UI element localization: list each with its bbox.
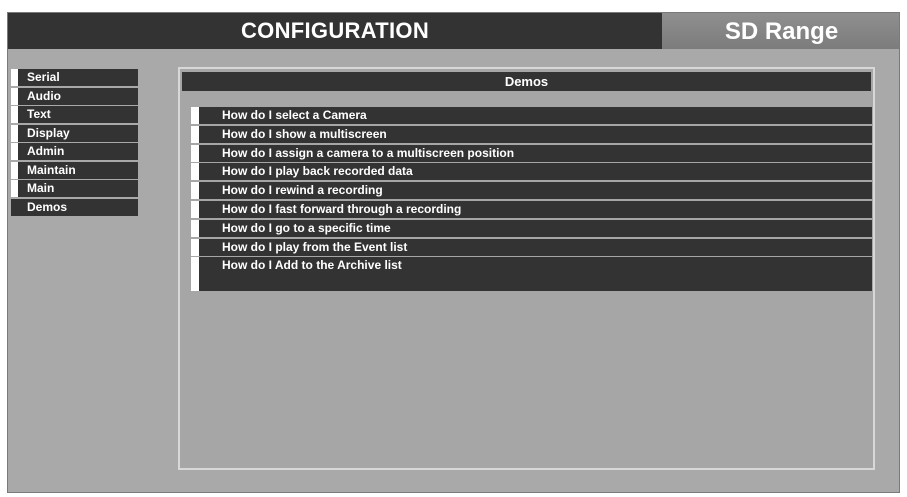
demo-item-label: How do I rewind a recording [222,183,383,198]
sidebar-item-display[interactable]: Display [11,124,138,142]
selection-marker [11,69,18,86]
sidebar-item-audio[interactable]: Audio [11,87,138,105]
sidebar-nav: Serial Audio Text Display Admin Maintain… [11,69,138,217]
item-marker [191,144,199,162]
sidebar-item-demos[interactable]: Demos [11,198,138,216]
selection-marker [11,180,18,197]
demo-item-archive-list[interactable]: How do I Add to the Archive list [191,257,872,292]
selection-marker [11,143,18,160]
item-marker [191,125,199,143]
selection-marker [11,106,18,123]
demo-item-label: How do I assign a camera to a multiscree… [222,145,515,160]
item-marker [191,219,199,237]
demo-item-label: How do I select a Camera [222,108,367,122]
panel-title: Demos [182,72,871,91]
demo-item-label: How do I fast forward through a recordin… [222,201,462,216]
sidebar-item-label: Display [27,125,70,140]
demo-item-go-to-time[interactable]: How do I go to a specific time [191,219,872,237]
demo-item-rewind[interactable]: How do I rewind a recording [191,182,872,200]
demo-item-label: How do I show a multiscreen [222,126,387,141]
sidebar-item-admin[interactable]: Admin [11,143,138,160]
sidebar-item-text[interactable]: Text [11,106,138,123]
brand-label: SD Range [662,13,899,49]
item-marker [191,107,199,124]
sidebar-item-label: Maintain [27,162,76,177]
sidebar-item-label: Text [27,107,51,121]
demo-item-play-back[interactable]: How do I play back recorded data [191,163,872,181]
selection-marker [11,161,18,179]
item-marker [191,200,199,218]
demo-item-label: How do I play back recorded data [222,164,413,179]
sidebar-item-label: Demos [27,199,68,214]
demos-panel: Demos How do I select a Camera How do I … [178,67,875,470]
demo-item-label: How do I play from the Event list [222,239,408,254]
demo-list: How do I select a Camera How do I show a… [191,107,872,293]
demo-item-label: How do I Add to the Archive list [222,258,402,273]
config-screen: CONFIGURATION SD Range Serial Audio Text… [7,12,900,493]
sidebar-item-main[interactable]: Main [11,180,138,197]
demo-item-fast-forward[interactable]: How do I fast forward through a recordin… [191,200,872,218]
item-marker [191,257,199,292]
item-marker [191,238,199,256]
demo-item-label: How do I go to a specific time [222,220,391,235]
demo-item-event-list[interactable]: How do I play from the Event list [191,238,872,256]
selection-marker [11,124,18,142]
sidebar-item-serial[interactable]: Serial [11,69,138,86]
sidebar-item-label: Audio [27,88,61,103]
sidebar-item-label: Serial [27,70,60,84]
demo-item-assign-camera[interactable]: How do I assign a camera to a multiscree… [191,144,872,162]
item-marker [191,182,199,200]
sidebar-item-label: Main [27,181,55,195]
selection-marker [11,87,18,105]
demo-item-select-camera[interactable]: How do I select a Camera [191,107,872,124]
sidebar-item-maintain[interactable]: Maintain [11,161,138,179]
item-marker [191,163,199,181]
page-title: CONFIGURATION [8,13,662,49]
demo-item-show-multiscreen[interactable]: How do I show a multiscreen [191,125,872,143]
sidebar-item-label: Admin [27,144,65,158]
